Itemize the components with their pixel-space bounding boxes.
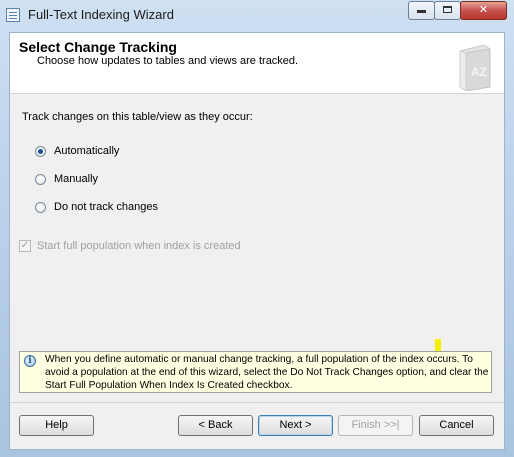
close-icon: ✕: [478, 4, 489, 16]
help-button[interactable]: Help: [19, 415, 94, 436]
tracking-prompt: Track changes on this table/view as they…: [22, 111, 253, 123]
start-population-label: Start full population when index is crea…: [37, 240, 241, 252]
radio-button[interactable]: [35, 202, 46, 213]
radio-label[interactable]: Do not track changes: [54, 201, 158, 213]
wizard-header: Select Change Tracking Choose how update…: [10, 33, 504, 94]
start-population-checkbox: ✓: [19, 240, 31, 252]
wizard-footer: Help < Back Next > Finish >>| Cancel: [10, 402, 504, 450]
maximize-icon: [443, 6, 452, 13]
radio-button[interactable]: [35, 174, 46, 185]
window-title: Full-Text Indexing Wizard: [28, 7, 174, 22]
book-az-icon: AZ: [459, 44, 491, 91]
radio-label[interactable]: Automatically: [54, 145, 119, 157]
minimize-icon: [417, 10, 426, 13]
book-az-label: AZ: [471, 65, 487, 79]
wizard-content: Select Change Tracking Choose how update…: [9, 32, 505, 450]
maximize-button[interactable]: [434, 1, 461, 20]
back-button[interactable]: < Back: [178, 415, 253, 436]
finish-button: Finish >>|: [338, 415, 413, 436]
title-bar[interactable]: Full-Text Indexing Wizard ✕: [0, 0, 514, 32]
app-icon: [6, 8, 20, 22]
wizard-window: Full-Text Indexing Wizard ✕ Select Chang…: [0, 0, 514, 457]
close-button[interactable]: ✕: [460, 1, 507, 20]
radio-label[interactable]: Manually: [54, 173, 98, 185]
next-button[interactable]: Next >: [258, 415, 333, 436]
info-icon: i: [24, 355, 36, 367]
info-box: i When you define automatic or manual ch…: [19, 351, 492, 393]
page-title: Select Change Tracking: [19, 39, 177, 55]
page-subtitle: Choose how updates to tables and views a…: [37, 55, 299, 67]
radio-button[interactable]: [35, 146, 46, 157]
info-text: When you define automatic or manual chan…: [45, 354, 489, 391]
cancel-button[interactable]: Cancel: [419, 415, 494, 436]
minimize-button[interactable]: [408, 1, 435, 20]
